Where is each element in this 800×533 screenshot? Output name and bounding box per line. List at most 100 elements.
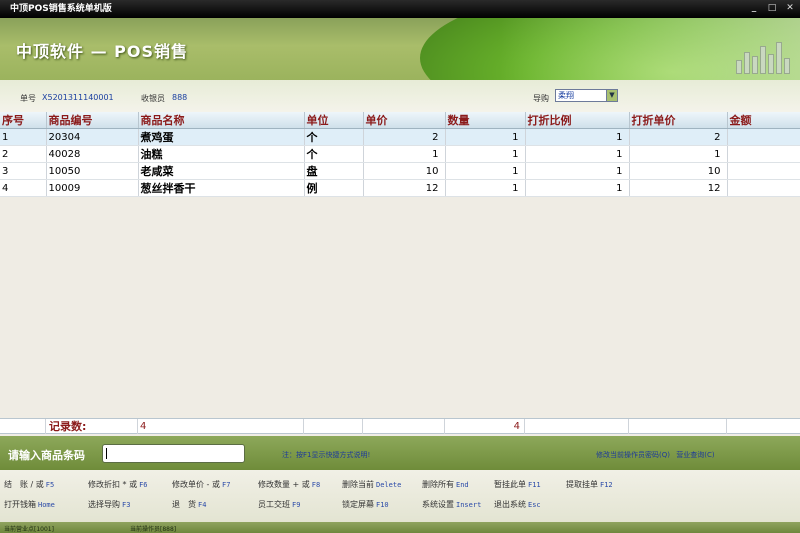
checkout-shortcut[interactable]: 结 账 / 或 F5	[4, 479, 54, 490]
col-header-amount[interactable]: 金额	[727, 112, 800, 129]
cell-amount	[727, 162, 800, 180]
guide-label: 导购	[533, 94, 549, 103]
shortcut-key: F9	[292, 501, 301, 509]
sales-query-link[interactable]: 营业查询(C)	[676, 451, 714, 459]
hold-order-shortcut[interactable]: 暂挂此单 F11	[494, 479, 541, 490]
cell-discount-rate: 1	[525, 162, 630, 180]
table-row[interactable]: 2 40028 油糕 个 1 1 1 1	[0, 145, 800, 163]
order-number-value: X5201311140001	[42, 93, 114, 102]
cell-qty: 1	[445, 128, 526, 146]
col-header-discount-price[interactable]: 打折单价	[629, 112, 728, 129]
cell-qty: 1	[445, 145, 526, 163]
status-operator: 当前操作员[888]	[130, 526, 177, 533]
shortcut-label: 删除所有	[422, 480, 454, 489]
close-icon[interactable]: ✕	[784, 2, 796, 14]
shortcut-label: 结 账 / 或	[4, 480, 44, 489]
grid-header-row: 序号 商品编号 商品名称 单位 单价 数量 打折比例 打折单价 金额	[0, 112, 800, 129]
summary-cell-empty	[0, 419, 46, 434]
cashier-label: 收银员	[141, 94, 165, 103]
shortcut-label: 修改单价 - 或	[172, 480, 220, 489]
shortcut-key: Esc	[528, 501, 541, 509]
cell-amount	[727, 128, 800, 146]
col-header-code[interactable]: 商品编号	[46, 112, 139, 129]
shortcut-key: F10	[376, 501, 389, 509]
shortcut-label: 退出系统	[494, 500, 526, 509]
cell-unit: 个	[304, 145, 364, 163]
header-banner: 中顶软件 — POS销售	[0, 18, 800, 80]
col-header-price[interactable]: 单价	[363, 112, 446, 129]
cell-discount-price: 1	[629, 145, 728, 163]
delete-current-shortcut[interactable]: 删除当前 Delete	[342, 479, 401, 490]
shortcut-key: Insert	[456, 501, 482, 509]
cell-qty: 1	[445, 179, 526, 197]
summary-row: 记录数: 4 4	[0, 418, 800, 434]
table-row[interactable]: 3 10050 老咸菜 盘 10 1 1 10	[0, 162, 800, 180]
guide-selected-value: 柔翔	[558, 91, 574, 100]
table-row[interactable]: 1 20304 煮鸡蛋 个 2 1 1 2	[0, 128, 800, 146]
barcode-input[interactable]	[102, 444, 245, 463]
col-header-discount-rate[interactable]: 打折比例	[525, 112, 630, 129]
pos-window: 中顶POS销售系统单机版 _ □ ✕ 中顶软件 — POS销售 单号 X5201…	[0, 0, 800, 533]
delete-all-shortcut[interactable]: 删除所有 End	[422, 479, 469, 490]
return-goods-shortcut[interactable]: 退 货 F4	[172, 499, 206, 510]
record-count-label: 记录数:	[46, 419, 138, 434]
cell-code: 10050	[46, 162, 139, 180]
exit-system-shortcut[interactable]: 退出系统 Esc	[494, 499, 541, 510]
shortcut-key: F11	[528, 481, 541, 489]
cell-name: 油糕	[138, 145, 305, 163]
barcode-label: 请输入商品条码	[8, 449, 85, 462]
title-bar: 中顶POS销售系统单机版 _ □ ✕	[0, 0, 800, 18]
shortcut-key: F12	[600, 481, 613, 489]
guide-select[interactable]: 柔翔 ▼	[555, 89, 618, 102]
change-password-link[interactable]: 修改当前操作员密码(Q)	[596, 451, 670, 459]
cell-discount-rate: 1	[525, 145, 630, 163]
shortcut-key: F7	[221, 481, 231, 489]
shortcut-label: 暂挂此单	[494, 480, 526, 489]
shortcut-key: F5	[45, 481, 55, 489]
shortcut-label: 提取挂单	[566, 480, 598, 489]
shift-handover-shortcut[interactable]: 员工交班 F9	[258, 499, 300, 510]
col-header-seq[interactable]: 序号	[0, 112, 47, 129]
shortcut-label: 打开钱箱	[4, 500, 36, 509]
change-price-shortcut[interactable]: 修改单价 - 或 F7	[172, 479, 230, 490]
change-discount-shortcut[interactable]: 修改折扣 * 或 F6	[88, 479, 148, 490]
open-drawer-shortcut[interactable]: 打开钱箱 Home	[4, 499, 55, 510]
header-links: 修改当前操作员密码(Q) 营业查询(C)	[596, 450, 719, 460]
table-row[interactable]: 4 10009 葱丝拌香干 例 12 1 1 12	[0, 179, 800, 197]
shortcut-label: 员工交班	[258, 500, 290, 509]
shortcut-label: 删除当前	[342, 480, 374, 489]
cell-code: 20304	[46, 128, 139, 146]
window-controls: _ □ ✕	[748, 2, 796, 14]
system-settings-shortcut[interactable]: 系统设置 Insert	[422, 499, 481, 510]
cell-unit: 例	[304, 179, 364, 197]
sales-grid[interactable]: 序号 商品编号 商品名称 单位 单价 数量 打折比例 打折单价 金额 1 203…	[0, 112, 800, 418]
cell-name: 葱丝拌香干	[138, 179, 305, 197]
cell-name: 煮鸡蛋	[138, 128, 305, 146]
col-header-unit[interactable]: 单位	[304, 112, 364, 129]
select-guide-shortcut[interactable]: 选择导购 F3	[88, 499, 130, 510]
minimize-icon[interactable]: _	[748, 2, 760, 14]
lock-screen-shortcut[interactable]: 锁定屏幕 F10	[342, 499, 389, 510]
cell-discount-price: 2	[629, 128, 728, 146]
banner-city-graphic	[736, 42, 790, 74]
barcode-entry-panel: 请输入商品条码 注：按F1显示快捷方式说明! 修改当前操作员密码(Q) 营业查询…	[0, 436, 800, 470]
col-header-qty[interactable]: 数量	[445, 112, 526, 129]
col-header-name[interactable]: 商品名称	[138, 112, 305, 129]
retrieve-order-shortcut[interactable]: 提取挂单 F12	[566, 479, 613, 490]
cell-seq: 2	[0, 145, 47, 163]
order-info-row: 单号 X5201311140001 收银员 888 导购 柔翔 ▼	[0, 80, 800, 112]
maximize-icon[interactable]: □	[766, 2, 778, 14]
cell-price: 2	[363, 128, 446, 146]
order-number-label: 单号	[20, 94, 36, 103]
shortcut-key: F4	[198, 501, 207, 509]
cell-qty: 1	[445, 162, 526, 180]
cell-seq: 1	[0, 128, 47, 146]
shortcut-label: 修改数量 + 或	[258, 480, 310, 489]
status-store: 当前营业点[1001]	[4, 526, 54, 533]
cell-name: 老咸菜	[138, 162, 305, 180]
cell-price: 1	[363, 145, 446, 163]
chevron-down-icon[interactable]: ▼	[606, 90, 617, 101]
summary-cell-empty	[525, 419, 629, 434]
shortcut-key: Delete	[376, 481, 402, 489]
change-qty-shortcut[interactable]: 修改数量 + 或 F8	[258, 479, 320, 490]
